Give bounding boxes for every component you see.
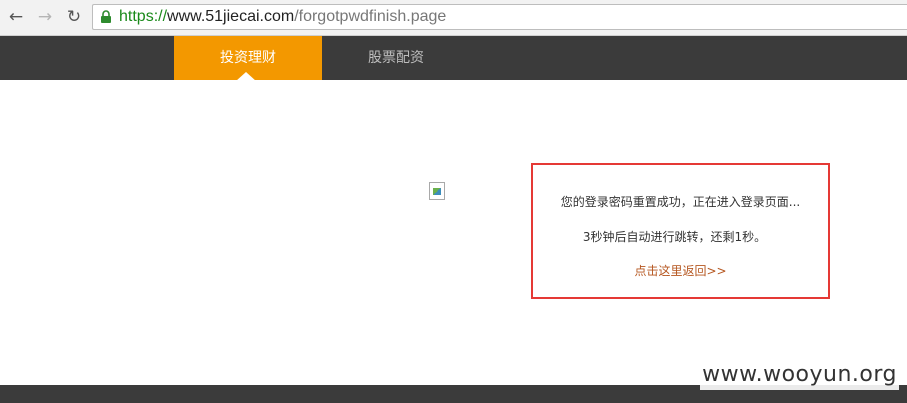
- back-arrow-icon[interactable]: ←: [5, 6, 27, 28]
- broken-image-icon: [429, 182, 445, 200]
- message-line-2: 3秒钟后自动进行跳转，还剩1秒。: [582, 230, 767, 244]
- address-bar[interactable]: https://www.51jiecai.com/forgotpwdfinish…: [92, 4, 907, 30]
- browser-toolbar: ← → ↻ https://www.51jiecai.com/forgotpwd…: [0, 0, 907, 36]
- url-path: /forgotpwdfinish.page: [294, 8, 447, 25]
- reset-success-message: 您的登录密码重置成功，正在进入登录页面... 3秒钟后自动进行跳转，还剩1秒。 …: [531, 163, 830, 299]
- active-tab-indicator: [236, 72, 256, 81]
- tab-stock-financing[interactable]: 股票配资: [322, 36, 470, 80]
- message-line-1: 您的登录密码重置成功，正在进入登录页面...: [560, 195, 801, 209]
- lock-icon: [101, 10, 111, 23]
- watermark: www.wooyun.org: [700, 360, 899, 390]
- url-text: https://www.51jiecai.com/forgotpwdfinish…: [119, 7, 446, 27]
- reload-icon[interactable]: ↻: [63, 6, 85, 28]
- url-scheme: https://: [119, 8, 168, 25]
- url-host: www.51jiecai.com: [167, 8, 295, 25]
- site-nav-bar: 投资理财 股票配资: [0, 36, 907, 80]
- forward-arrow-icon[interactable]: →: [34, 6, 56, 28]
- return-link[interactable]: 点击这里返回>>: [533, 262, 828, 279]
